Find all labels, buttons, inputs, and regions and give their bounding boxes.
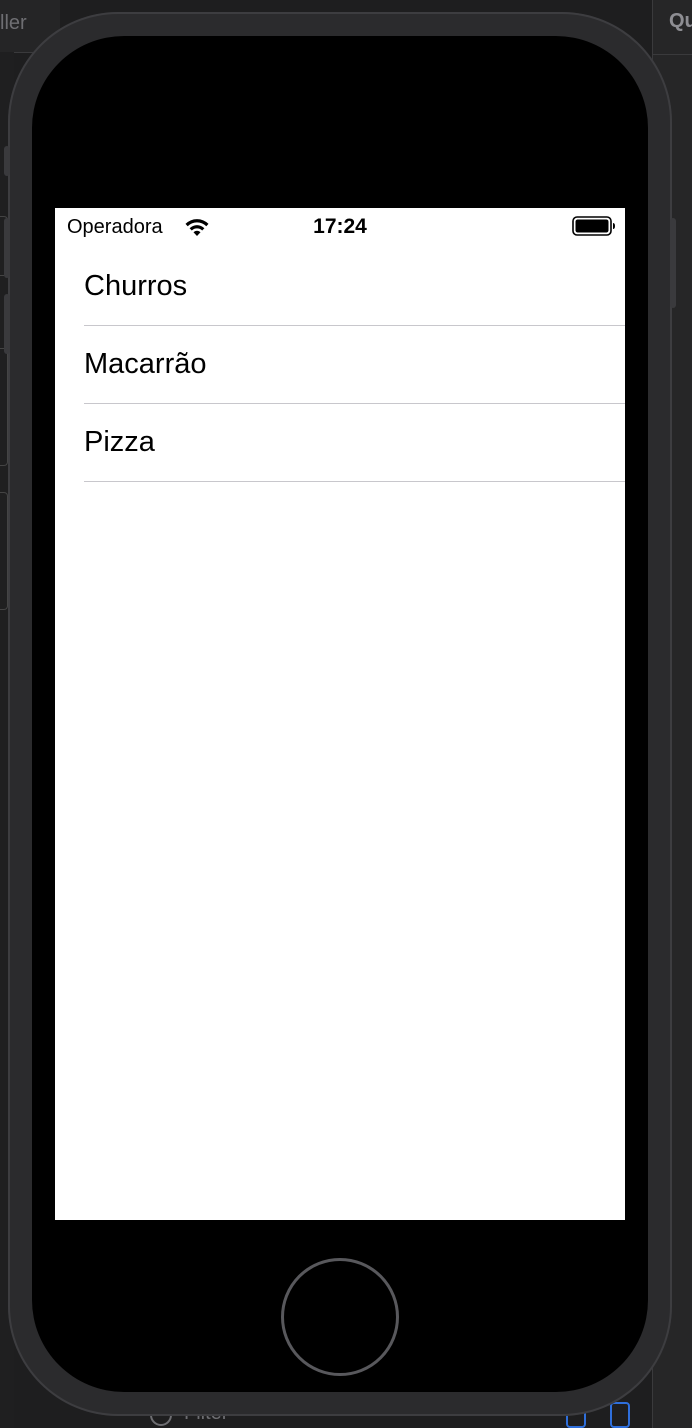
editor-gutter-box (0, 492, 8, 610)
power-button (670, 218, 676, 308)
xcode-simulator-window: ller Qu Filter Operadora 17:24 (0, 0, 692, 1428)
inspector-divider (653, 54, 692, 55)
device-screen: Operadora 17:24 Churros Macarrão Pizza (55, 208, 625, 1220)
battery-full-icon (572, 216, 615, 236)
volume-up-button (4, 218, 10, 278)
status-time: 17:24 (313, 215, 367, 238)
table-row[interactable]: Pizza (55, 404, 625, 482)
volume-down-button (4, 294, 10, 354)
status-bar: Operadora 17:24 (55, 208, 625, 248)
table-row[interactable]: Churros (55, 248, 625, 326)
home-button[interactable] (281, 1258, 399, 1376)
mute-switch (4, 146, 10, 176)
food-table-view[interactable]: Churros Macarrão Pizza (55, 248, 625, 482)
table-row-label: Churros (84, 270, 188, 302)
row-separator (84, 481, 625, 482)
editor-gutter-box (0, 348, 8, 466)
editor-tab-title: ller (0, 12, 27, 34)
table-row[interactable]: Macarrão (55, 326, 625, 404)
table-row-label: Pizza (84, 426, 155, 458)
inspector-title: Qu (669, 10, 692, 32)
panel-toggle-right-icon[interactable] (610, 1402, 630, 1428)
table-row-label: Macarrão (84, 348, 207, 380)
